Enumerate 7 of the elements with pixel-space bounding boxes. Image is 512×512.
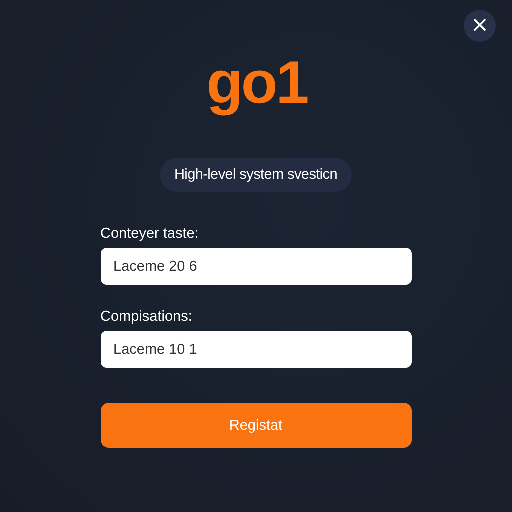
field-label: Conteyer taste: [100,226,200,242]
subtitle-pill: High-level system svesticn [160,158,352,192]
input-field[interactable]: Laceme 10 1 [100,331,412,368]
input-field[interactable]: Laceme 20 6 [100,248,412,285]
logo: go1 [206,50,308,116]
field-label: Compisations: [100,309,194,325]
close-button[interactable]: × [464,10,496,42]
